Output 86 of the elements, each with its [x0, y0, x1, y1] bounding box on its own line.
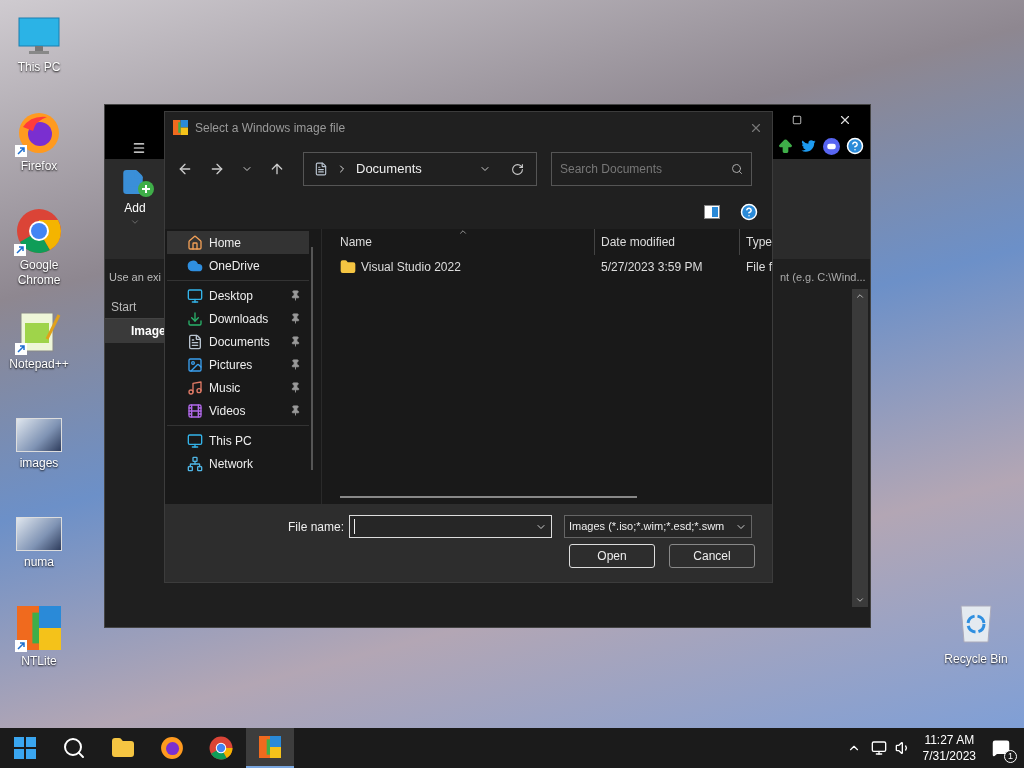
window-title: Select a Windows image file [195, 119, 346, 137]
nav-item[interactable]: Videos [167, 399, 309, 422]
thumbnail-photo [16, 517, 62, 551]
scroll-up-icon[interactable] [855, 291, 865, 301]
folder-icon [340, 259, 356, 275]
dialog-button[interactable]: Cancel [669, 544, 755, 568]
app-logo-icon [17, 606, 61, 650]
picture-icon [187, 356, 203, 373]
dialog-button[interactable]: Open [569, 544, 655, 568]
monitor-icon [187, 287, 203, 304]
search-field[interactable]: Search Documents [551, 152, 752, 186]
music-note-icon [187, 379, 203, 396]
search-icon [731, 163, 743, 175]
icon-label: images [19, 456, 59, 471]
path-hint-text: nt (e.g. C:\Wind... [780, 270, 867, 285]
help-icon[interactable] [740, 203, 758, 221]
icon-label: numa [24, 555, 54, 570]
text-cursor [354, 519, 355, 534]
browser-logo-icon [209, 736, 233, 760]
nav-item[interactable]: OneDrive [167, 254, 309, 277]
icon-label: NTLite [21, 654, 57, 669]
breadcrumb-item[interactable]: Documents [356, 159, 422, 179]
column-header[interactable]: Type [740, 229, 772, 255]
file-name-field[interactable] [349, 515, 552, 538]
recycle-bin-icon [957, 604, 995, 644]
folder-icon [111, 736, 135, 760]
add-button[interactable]: Add [117, 167, 153, 227]
address-bar[interactable]: Documents [303, 152, 537, 186]
network-icon[interactable] [870, 740, 887, 756]
refresh-icon[interactable] [511, 162, 524, 176]
nav-item[interactable]: Home [167, 231, 309, 254]
nav-item[interactable]: Documents [167, 330, 309, 353]
scrollbar[interactable] [852, 289, 868, 607]
icon-label: Firefox [20, 159, 58, 174]
horizontal-scrollbar[interactable] [340, 496, 637, 498]
sort-caret-icon [458, 227, 468, 237]
caret-icon [130, 217, 140, 227]
up-arrow-icon[interactable] [777, 137, 794, 155]
list-row[interactable]: Image [105, 319, 165, 343]
nav-item[interactable]: This PC [167, 429, 309, 452]
document-icon [314, 162, 328, 176]
icon-label: Notepad++ [9, 357, 69, 372]
maximize-icon [792, 115, 802, 125]
plus-icon [138, 181, 154, 197]
icon-label: Google Chrome [16, 258, 62, 288]
monitor-icon [17, 16, 61, 56]
column-header[interactable]: Name [340, 229, 595, 255]
nav-item[interactable]: Pictures [167, 353, 309, 376]
nav-item[interactable]: Desktop [167, 284, 309, 307]
windows-logo-icon [14, 737, 36, 759]
home-icon [187, 234, 203, 251]
field-label: File name: [286, 518, 345, 536]
search-input[interactable]: Search Documents [560, 160, 731, 178]
notification-icon[interactable] [992, 739, 1010, 757]
browser-logo-icon [16, 208, 62, 254]
menu-icon[interactable] [132, 141, 146, 155]
app-logo-icon [259, 736, 281, 758]
icon-label: This PC [17, 60, 61, 75]
taskbar-button[interactable] [246, 728, 294, 768]
file-type-dropdown[interactable]: Images (*.iso;*.wim;*.esd;*.swm [564, 515, 752, 538]
scroll-down-icon[interactable] [855, 595, 865, 605]
notification-count: 1 [1004, 750, 1017, 763]
icon-label: Recycle Bin [944, 651, 1008, 668]
column-header[interactable]: Date modified [595, 229, 740, 255]
nav-item[interactable]: Network [167, 452, 309, 475]
monitor-icon [187, 432, 203, 449]
bird-icon[interactable] [800, 137, 817, 155]
search-icon [62, 736, 86, 760]
help-icon[interactable] [846, 137, 864, 155]
clock[interactable]: 11:27 AM 7/31/2023 [922, 732, 976, 764]
notepad-icon [17, 309, 61, 353]
app-logo-icon [173, 120, 188, 135]
document-icon [120, 167, 146, 197]
nav-item[interactable]: Music [167, 376, 309, 399]
chat-logo-icon[interactable] [823, 137, 840, 155]
download-icon [187, 310, 203, 327]
file-row[interactable]: Visual Studio 2022 5/27/2023 3:59 PM File f [340, 255, 772, 279]
film-icon [187, 402, 203, 419]
hint-text: Use an exi [108, 270, 162, 285]
forward-arrow-icon[interactable] [209, 161, 225, 177]
preview-pane-icon[interactable] [704, 205, 720, 219]
thumbnail-photo [16, 418, 62, 452]
network-icon [187, 455, 203, 472]
document-icon [187, 333, 203, 350]
nav-item[interactable]: Downloads [167, 307, 309, 330]
close-icon [838, 113, 852, 127]
